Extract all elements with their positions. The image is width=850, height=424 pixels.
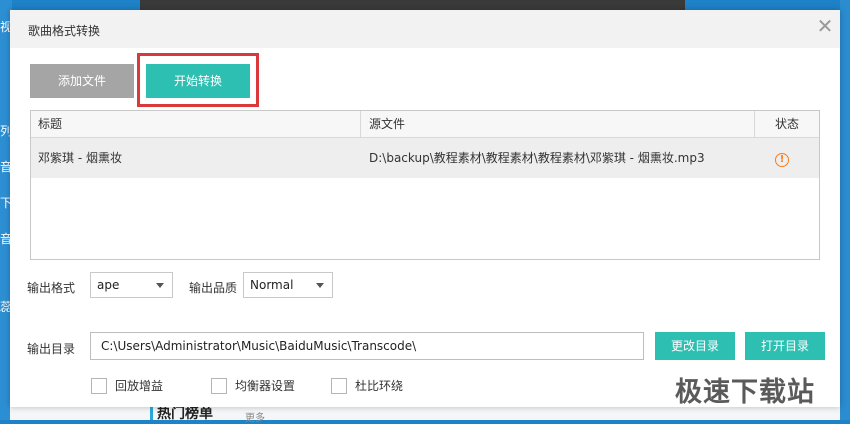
change-dir-button[interactable]: 更改目录 [655,332,735,360]
checkbox-box[interactable] [211,378,227,394]
output-quality-label: 输出品质 [189,281,238,295]
background-banner [140,0,685,10]
add-file-button[interactable]: 添加文件 [30,64,134,98]
open-dir-button[interactable]: 打开目录 [745,332,825,360]
row-source-cell: D:\backup\教程素材\教程素材\教程素材\邓紫琪 - 烟熏妆.mp3 [369,151,705,165]
warning-icon: ! [775,153,789,167]
output-quality-value: Normal [250,278,294,292]
output-format-select[interactable]: ape [90,272,173,298]
equalizer-label: 均衡器设置 [235,379,296,393]
column-header-source[interactable]: 源文件 [361,111,755,137]
file-table: 标题 源文件 状态 邓紫琪 - 烟熏妆 D:\backup\教程素材\教程素材\… [30,110,820,260]
row-status-cell: ! [775,148,799,168]
output-format-label: 输出格式 [27,281,76,295]
site-watermark: 极速下载站 [675,377,815,408]
dolby-label: 杜比环绕 [355,379,404,393]
column-header-status[interactable]: 状态 [755,111,819,137]
replay-gain-label: 回放增益 [115,379,164,393]
column-header-title[interactable]: 标题 [31,111,361,137]
output-dir-input[interactable] [90,332,644,360]
row-title-cell: 邓紫琪 - 烟熏妆 [38,151,122,165]
background-right-edge [840,0,850,420]
table-header: 标题 源文件 状态 [31,111,819,138]
checkbox-box[interactable] [331,378,347,394]
output-format-value: ape [97,278,120,292]
close-icon[interactable]: ✕ [813,14,837,38]
dialog-title: 歌曲格式转换 [28,24,101,38]
output-quality-select[interactable]: Normal [243,272,333,298]
background-more-link: 更多 [245,413,265,424]
checkbox-box[interactable] [91,378,107,394]
output-dir-label: 输出目录 [27,342,76,356]
background-hot-list-title: 热门榜单 [150,406,213,422]
chevron-down-icon [156,283,164,288]
dialog-titlebar: 歌曲格式转换 ✕ [10,10,840,48]
chevron-down-icon [316,283,324,288]
start-convert-button[interactable]: 开始转换 [146,64,250,98]
table-row[interactable]: 邓紫琪 - 烟熏妆 D:\backup\教程素材\教程素材\教程素材\邓紫琪 -… [31,138,819,178]
format-convert-dialog: 歌曲格式转换 ✕ 添加文件 开始转换 标题 源文件 状态 邓紫琪 - 烟熏妆 D… [10,10,840,407]
